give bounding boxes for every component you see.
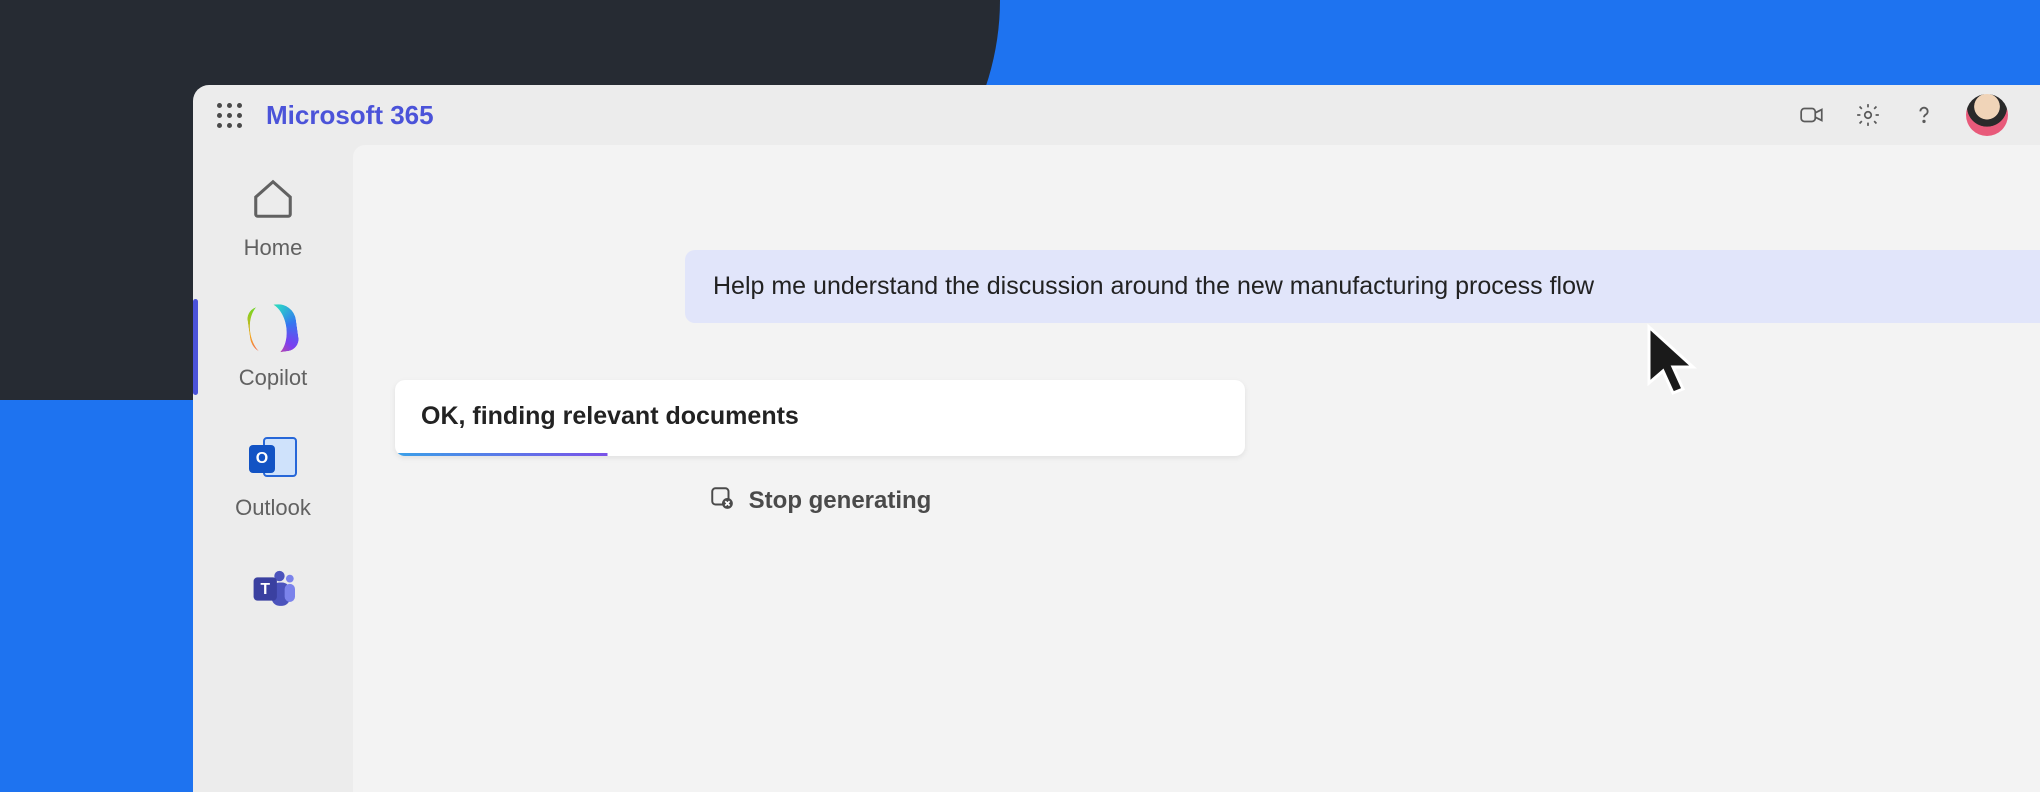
stop-icon [709,485,735,516]
sidebar-item-label: Outlook [235,495,311,521]
teams-icon: T [247,563,299,615]
help-icon[interactable] [1910,101,1938,129]
avatar[interactable] [1966,94,2008,136]
progress-bar [395,453,1245,456]
title-actions [1798,94,2016,136]
sidebar-item-outlook[interactable]: O Outlook [193,433,353,521]
sidebar-item-home[interactable]: Home [193,173,353,261]
cursor-icon [1643,323,1703,403]
title-bar: Microsoft 365 [193,85,2040,145]
stop-generating-label: Stop generating [749,487,932,515]
assistant-status-text: OK, finding relevant documents [395,380,1245,453]
sidebar: Home Copilot O Outlook [193,145,353,792]
outlook-icon: O [247,433,299,485]
svg-text:T: T [260,581,270,598]
assistant-status-card: OK, finding relevant documents [395,380,1245,456]
brand-title: Microsoft 365 [266,100,434,131]
copilot-icon [247,303,299,355]
sidebar-item-label: Home [244,235,303,261]
user-message-bubble: Help me understand the discussion around… [685,250,2040,323]
app-launcher-icon[interactable] [217,103,242,128]
home-icon [247,173,299,225]
stop-generating-button[interactable]: Stop generating [395,485,1245,516]
meet-now-icon[interactable] [1798,101,1826,129]
app-window: Microsoft 365 [193,85,2040,792]
user-message-text: Help me understand the discussion around… [713,272,1594,300]
sidebar-item-copilot[interactable]: Copilot [193,303,353,391]
sidebar-item-teams[interactable]: T [193,563,353,615]
chat-main: Help me understand the discussion around… [353,145,2040,792]
gear-icon[interactable] [1854,101,1882,129]
sidebar-item-label: Copilot [239,365,307,391]
